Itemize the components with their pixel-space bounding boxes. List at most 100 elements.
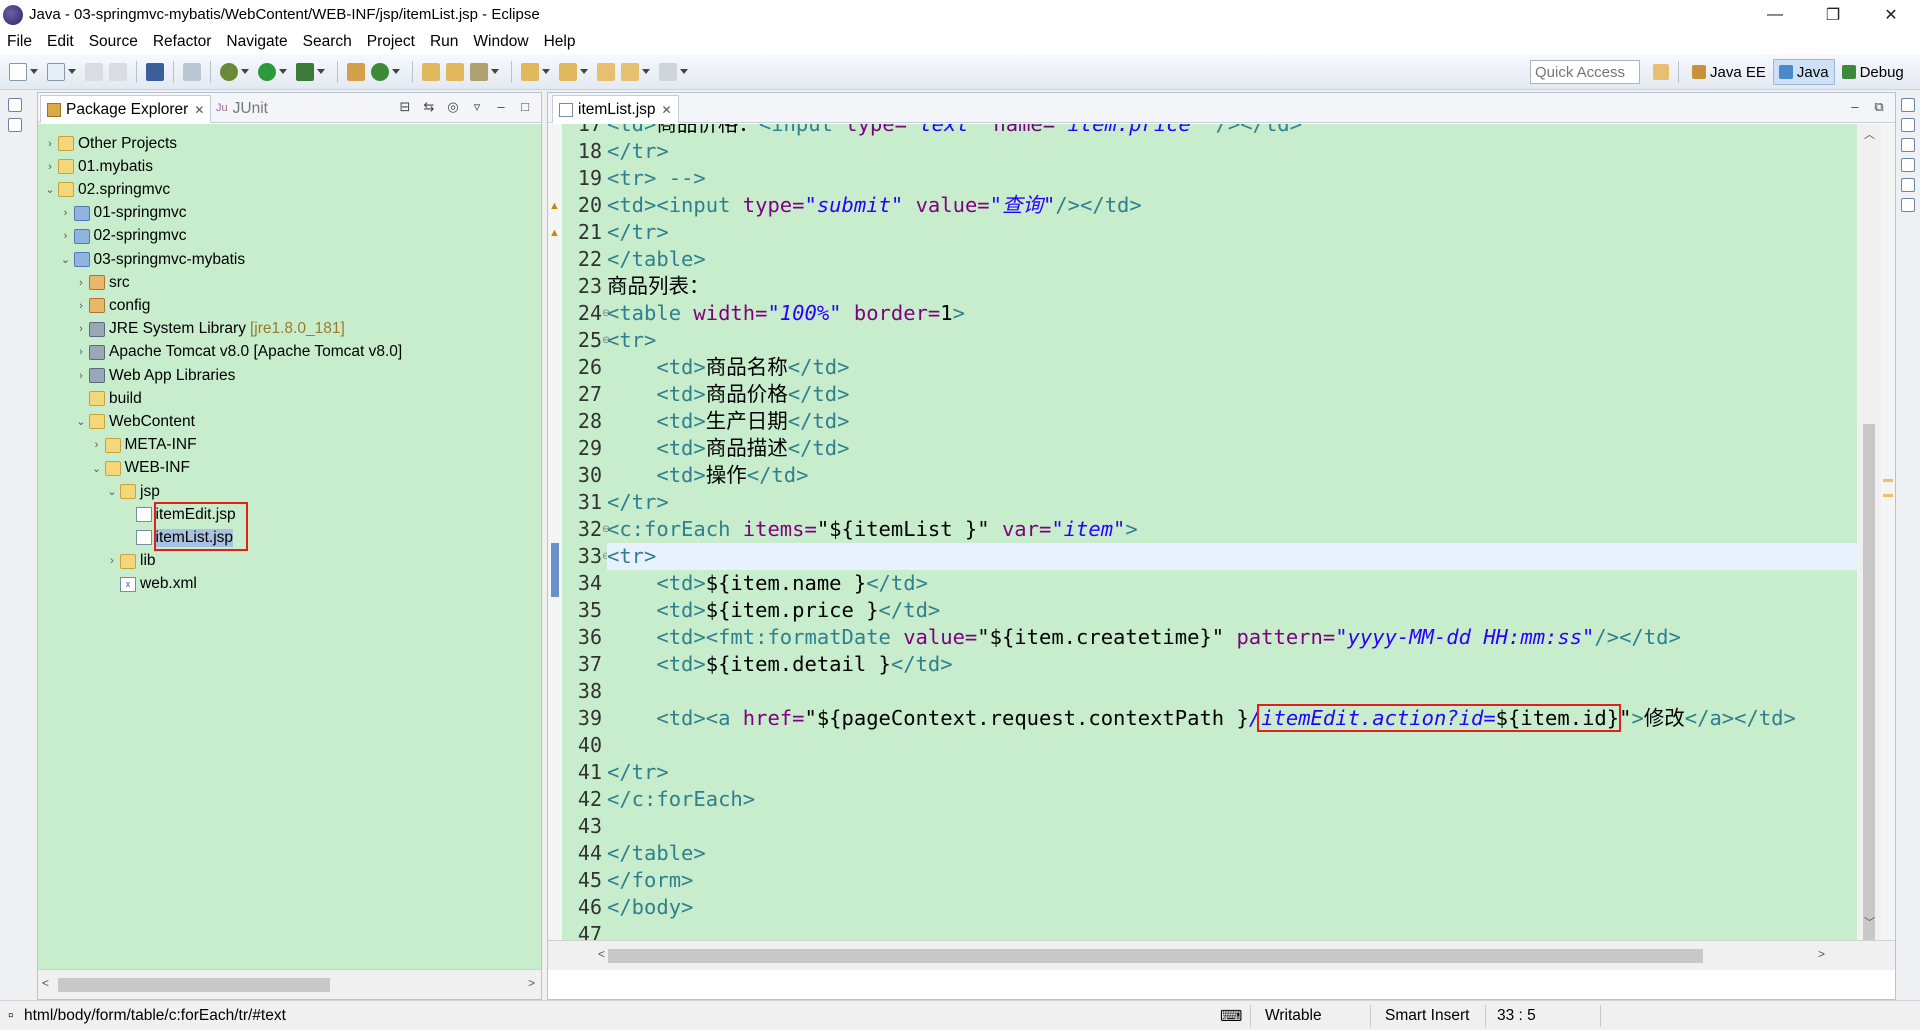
menu-source[interactable]: Source <box>89 33 146 51</box>
code-line[interactable] <box>607 678 1857 705</box>
tree-item[interactable]: ⌄ 03-springmvc-mybatis <box>58 248 245 271</box>
scroll-up-icon[interactable]: ︿ <box>1864 126 1875 142</box>
code-line[interactable]: <td><input type="submit" value="查询"/></t… <box>607 192 1857 219</box>
code-line[interactable]: </tr> <box>607 138 1857 165</box>
back-history-icon[interactable] <box>621 62 639 81</box>
menu-navigate[interactable]: Navigate <box>226 33 295 51</box>
tab-junit[interactable]: Ju JUnit <box>210 95 274 123</box>
tab-package-explorer[interactable]: Package Explorer ✕ <box>40 95 212 123</box>
tree-item[interactable]: ⌄ 02.springmvc <box>42 178 170 201</box>
skip-breakpoints-icon[interactable] <box>183 62 201 81</box>
code-line[interactable] <box>607 732 1857 759</box>
code-line[interactable]: <c:forEach items="${itemList }" var="ite… <box>607 516 1857 543</box>
expanded-chevron-icon[interactable]: ⌄ <box>42 183 58 196</box>
code-text[interactable]: <td>商品价格：<input type="text" name="item.p… <box>607 124 1857 970</box>
code-line[interactable] <box>607 813 1857 840</box>
servers-icon[interactable] <box>1901 198 1915 212</box>
scrollbar-thumb[interactable] <box>58 978 330 992</box>
open-task-icon[interactable] <box>446 62 464 81</box>
code-line[interactable]: <td>生产日期</td> <box>607 408 1857 435</box>
restore-view-icon[interactable] <box>8 98 22 112</box>
collapsed-chevron-icon[interactable]: › <box>42 138 58 150</box>
tree-item[interactable]: › JRE System Library [jre1.8.0_181] <box>73 318 345 341</box>
explorer-horizontal-scrollbar[interactable]: < > <box>38 969 541 999</box>
collapsed-chevron-icon[interactable]: › <box>104 555 120 567</box>
new-icon[interactable] <box>9 62 27 81</box>
tree-item[interactable]: › 02-springmvc <box>58 225 187 248</box>
code-editor[interactable]: ▲ ▲ 17 18 19 20 21 22 23 24 ⊖ 25 ⊖ 26 27 28 29 30 31 32 ⊖ 33… <box>548 124 1895 970</box>
new-class-icon[interactable] <box>371 62 389 81</box>
tree-item[interactable]: › 01-springmvc <box>58 202 187 225</box>
close-icon[interactable]: ✕ <box>662 103 672 117</box>
menu-edit[interactable]: Edit <box>47 33 82 51</box>
code-line[interactable]: <td>商品描述</td> <box>607 435 1857 462</box>
maximize-view-icon[interactable]: ⧉ <box>1871 99 1887 115</box>
coverage-dropdown-icon[interactable] <box>317 69 325 74</box>
menu-project[interactable]: Project <box>367 33 423 51</box>
problems-icon[interactable] <box>1901 158 1915 172</box>
next-annotation-dropdown-icon[interactable] <box>542 69 550 74</box>
search-icon[interactable] <box>470 62 488 81</box>
collapsed-chevron-icon[interactable]: › <box>89 439 105 451</box>
minimize-view-icon[interactable]: – <box>493 99 509 115</box>
warning-icon[interactable]: ▲ <box>549 200 560 212</box>
code-line[interactable]: </body> <box>607 894 1857 921</box>
tree-item[interactable]: build <box>73 387 142 410</box>
collapsed-chevron-icon[interactable]: › <box>73 300 89 312</box>
open-type-icon[interactable] <box>422 62 440 81</box>
expanded-chevron-icon[interactable]: ⌄ <box>89 462 105 475</box>
code-line[interactable]: </table> <box>607 246 1857 273</box>
outline-icon[interactable] <box>8 118 22 132</box>
save-all-icon[interactable] <box>109 62 127 81</box>
scroll-right-icon[interactable]: > <box>1818 947 1825 961</box>
expanded-chevron-icon[interactable]: ⌄ <box>73 415 89 428</box>
previous-annotation-dropdown-icon[interactable] <box>580 69 588 74</box>
editor-vertical-scrollbar[interactable]: ︿ ﹀ <box>1857 124 1881 970</box>
code-line[interactable]: <td><a href="${pageContext.request.conte… <box>607 705 1857 732</box>
new-class-dropdown-icon[interactable] <box>392 69 400 74</box>
tree-item[interactable]: x web.xml <box>104 573 197 596</box>
quick-access-input[interactable] <box>1530 60 1640 84</box>
menu-file[interactable]: File <box>7 33 40 51</box>
coverage-icon[interactable] <box>296 62 314 81</box>
menu-search[interactable]: Search <box>303 33 360 51</box>
minimize-view-icon[interactable]: – <box>1847 99 1863 115</box>
collapsed-chevron-icon[interactable]: › <box>58 207 74 219</box>
code-line[interactable]: 商品列表： <box>607 273 1857 300</box>
maximize-view-icon[interactable]: □ <box>517 99 533 115</box>
menu-run[interactable]: Run <box>430 33 466 51</box>
run-dropdown-icon[interactable] <box>279 69 287 74</box>
scroll-left-icon[interactable]: < <box>42 976 49 990</box>
scroll-right-icon[interactable]: > <box>528 976 535 990</box>
code-line[interactable]: <td>商品名称</td> <box>607 354 1857 381</box>
run-icon[interactable] <box>258 62 276 81</box>
collapsed-chevron-icon[interactable]: › <box>73 323 89 335</box>
code-line[interactable]: <td>操作</td> <box>607 462 1857 489</box>
warning-icon[interactable]: ▲ <box>549 227 560 239</box>
previous-annotation-icon[interactable] <box>559 62 577 81</box>
collapse-all-icon[interactable]: ⊟ <box>397 99 413 115</box>
warning-marker[interactable] <box>1883 494 1893 497</box>
code-line[interactable]: <table width="100%" border=1> <box>607 300 1857 327</box>
menu-refactor[interactable]: Refactor <box>153 33 220 51</box>
code-line[interactable]: <td>商品价格</td> <box>607 381 1857 408</box>
code-line[interactable]: <td>商品价格：<input type="text" name="item.p… <box>607 124 1857 138</box>
tree-item[interactable]: › 01.mybatis <box>42 155 153 178</box>
open-dropdown-icon[interactable] <box>68 69 76 74</box>
back-icon[interactable] <box>597 62 615 81</box>
tree-item[interactable]: › Other Projects <box>42 132 177 155</box>
scroll-left-icon[interactable]: < <box>598 947 605 961</box>
collapsed-chevron-icon[interactable]: › <box>42 161 58 173</box>
outline-icon[interactable] <box>1901 138 1915 152</box>
code-line[interactable]: </form> <box>607 867 1857 894</box>
new-dropdown-icon[interactable] <box>30 69 38 74</box>
tab-itemlist-jsp[interactable]: itemList.jsp ✕ <box>552 95 679 123</box>
scrollbar-thumb[interactable] <box>1863 424 1875 954</box>
forward-icon[interactable] <box>659 62 677 81</box>
code-line[interactable]: <tr> <box>607 327 1857 354</box>
debug-icon[interactable] <box>220 62 238 81</box>
editor-horizontal-scrollbar[interactable]: < > <box>548 940 1895 970</box>
restore-view-icon[interactable] <box>1901 98 1915 112</box>
menu-help[interactable]: Help <box>544 33 584 51</box>
code-line[interactable]: <td>${item.price }</td> <box>607 597 1857 624</box>
